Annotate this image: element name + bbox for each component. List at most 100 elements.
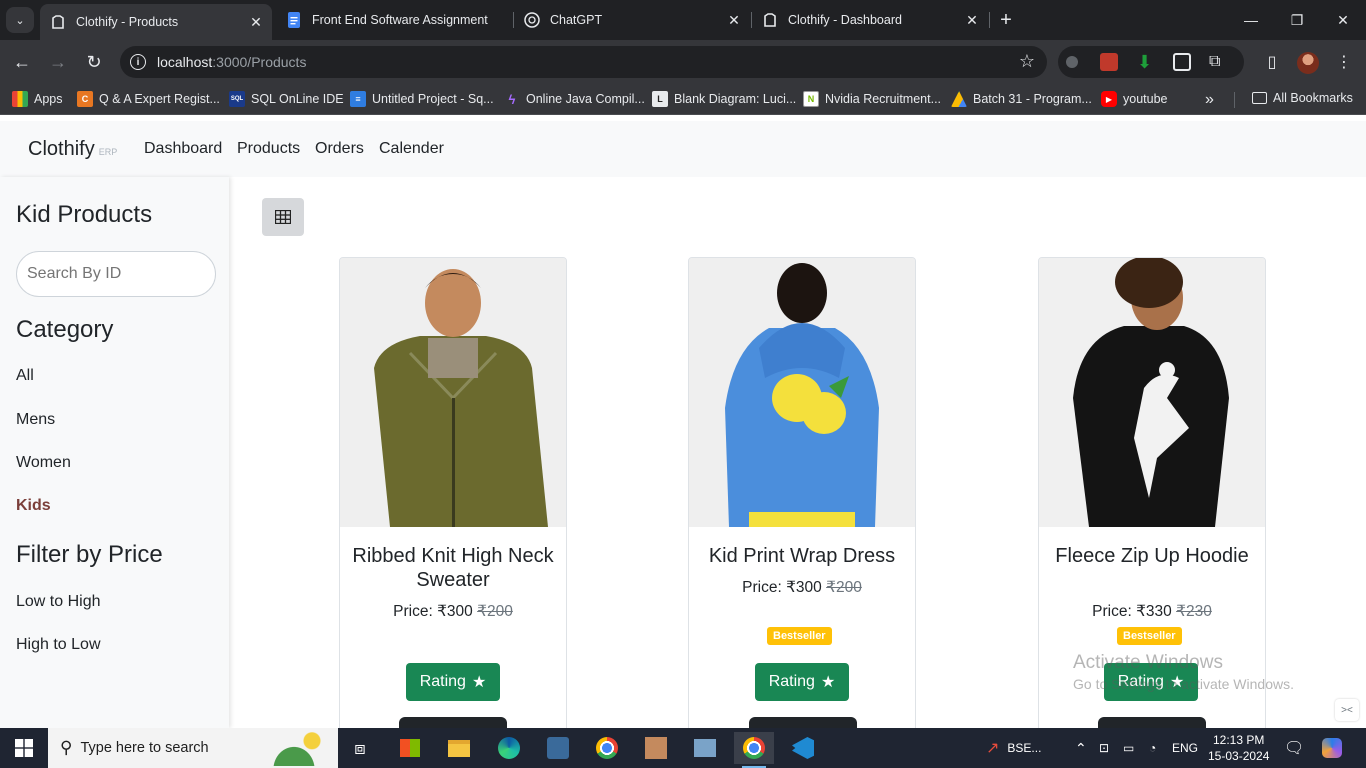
product-image[interactable] <box>1039 258 1265 527</box>
bookmark-nvidia[interactable]: N Nvidia Recruitment... <box>803 91 941 107</box>
product-action-button[interactable] <box>749 717 857 728</box>
address-bar[interactable]: i localhost:3000/Products ☆ <box>120 46 1047 78</box>
product-image[interactable] <box>340 258 566 527</box>
puzzle-extensions-icon[interactable]: ⧉ <box>1209 53 1227 71</box>
task-view-icon[interactable]: ⧈ <box>340 732 380 764</box>
bookmark-untitled-project[interactable]: ≡ Untitled Project - Sq... <box>350 91 494 107</box>
nav-calender[interactable]: Calender <box>379 140 444 158</box>
product-price: Price: ₹330 ₹230 <box>1092 603 1212 620</box>
bookmark-youtube[interactable]: ▶ youtube <box>1101 91 1167 107</box>
bookmark-apps[interactable]: Apps <box>12 91 63 107</box>
price-filter-heading: Filter by Price <box>16 541 163 568</box>
category-women[interactable]: Women <box>16 454 71 472</box>
nvidia-icon: N <box>803 91 819 107</box>
category-mens[interactable]: Mens <box>16 411 55 429</box>
side-panel-icon[interactable]: ▯ <box>1260 50 1284 74</box>
tab-search-button[interactable]: ⌄ <box>6 7 34 33</box>
filter-high-to-low[interactable]: High to Low <box>16 636 101 654</box>
category-heading: Category <box>16 316 114 343</box>
search-highlight-icon <box>258 730 330 766</box>
vscode-icon[interactable] <box>783 732 823 764</box>
tab-clothify-dashboard[interactable]: Clothify - Dashboard ✕ <box>752 0 988 40</box>
taskbar-search[interactable]: ⚲ Type here to search <box>48 728 338 768</box>
copilot-icon[interactable] <box>1322 728 1342 768</box>
chrome-menu-icon[interactable]: ⋮ <box>1332 50 1356 74</box>
original-price: ₹200 <box>477 603 513 620</box>
product-action-button[interactable] <box>399 717 507 728</box>
chrome-active-icon[interactable] <box>734 732 774 768</box>
download-extension-icon[interactable]: ⬇ <box>1137 53 1155 71</box>
mysql-workbench-icon[interactable] <box>538 732 578 764</box>
tray-chevron-icon[interactable]: ⌃ <box>1075 728 1087 768</box>
google-docs-icon <box>286 12 302 28</box>
forward-icon[interactable]: → <box>44 48 72 76</box>
stock-widget[interactable]: ↗ BSE... <box>986 728 1041 768</box>
sidebar-heading: Kid Products <box>16 201 153 228</box>
product-card[interactable]: Kid Print Wrap Dress Price: ₹300 ₹200 Be… <box>688 257 916 728</box>
file-explorer-icon[interactable] <box>439 732 479 764</box>
clock[interactable]: 12:13 PM 15-03-2024 <box>1208 728 1269 768</box>
tab-chatgpt[interactable]: ChatGPT ✕ <box>514 0 750 40</box>
more-bookmarks-icon[interactable]: » <box>1205 91 1214 109</box>
bookmark-star-icon[interactable]: ☆ <box>1019 51 1035 72</box>
nav-orders[interactable]: Orders <box>315 140 364 158</box>
edge-icon[interactable] <box>489 732 529 764</box>
media-extension-icon[interactable] <box>1173 53 1191 71</box>
original-price: ₹230 <box>1176 603 1212 620</box>
lucid-icon: L <box>652 91 668 107</box>
rating-button[interactable]: Rating ★ <box>406 663 500 701</box>
nav-products[interactable]: Products <box>237 140 300 158</box>
restore-icon[interactable]: ❐ <box>1274 0 1320 40</box>
clothify-favicon-icon <box>50 14 66 30</box>
brand[interactable]: Clothify ERP <box>28 138 117 161</box>
category-all[interactable]: All <box>16 367 34 385</box>
language-indicator[interactable]: ENG <box>1172 728 1198 768</box>
wifi-icon[interactable]: ◔ <box>1149 728 1156 768</box>
dev-tools-icon[interactable]: >< <box>1335 699 1359 721</box>
chrome-icon[interactable] <box>587 732 627 764</box>
bookmark-batch-31[interactable]: Batch 31 - Program... <box>951 91 1092 107</box>
bookmark-chegg[interactable]: C Q & A Expert Regist... <box>77 91 220 107</box>
photo-app-icon[interactable] <box>636 732 676 764</box>
filter-low-to-high[interactable]: Low to High <box>16 593 101 611</box>
site-info-icon[interactable]: i <box>130 54 146 70</box>
product-card[interactable]: Ribbed Knit High Neck Sweater Price: ₹30… <box>339 257 567 728</box>
product-title: Kid Print Wrap Dress <box>708 545 896 567</box>
battery-icon[interactable]: ▭ <box>1123 728 1134 768</box>
profile-avatar[interactable] <box>1297 52 1319 74</box>
extension-red-icon[interactable] <box>1100 53 1118 71</box>
product-image[interactable] <box>689 258 915 527</box>
reload-icon[interactable]: ↻ <box>80 48 108 76</box>
back-icon[interactable]: ← <box>8 48 36 76</box>
bookmark-lucid[interactable]: L Blank Diagram: Luci... <box>652 91 796 107</box>
all-bookmarks[interactable]: All Bookmarks <box>1252 91 1353 105</box>
url-text[interactable]: localhost:3000/Products <box>157 54 306 70</box>
bestseller-badge: Bestseller <box>1117 627 1182 645</box>
bolt-icon: ϟ <box>508 91 516 107</box>
close-window-icon[interactable]: ✕ <box>1320 0 1366 40</box>
search-input[interactable] <box>16 251 216 297</box>
device-manager-icon[interactable] <box>685 732 725 764</box>
bookmark-sql-ide[interactable]: SQL SQL OnLine IDE <box>229 91 344 107</box>
tab-front-end-assignment[interactable]: Front End Software Assignment <box>276 0 510 40</box>
browser-toolbar: ← → ↻ i localhost:3000/Products ☆ ⬇ ⧉ ▯ … <box>0 40 1366 84</box>
bookmark-java-compiler[interactable]: ϟ Online Java Compil... <box>504 91 645 107</box>
microsoft-store-icon[interactable] <box>390 732 430 764</box>
tray-network-icon[interactable]: ⊡ <box>1099 728 1109 768</box>
windows-start-icon[interactable] <box>0 728 48 768</box>
tab-clothify-products[interactable]: Clothify - Products ✕ <box>40 4 272 40</box>
product-action-button[interactable] <box>1098 717 1206 728</box>
close-tab-icon[interactable]: ✕ <box>724 10 744 30</box>
close-tab-icon[interactable]: ✕ <box>246 12 266 32</box>
extension-dot-icon[interactable] <box>1066 56 1078 68</box>
new-tab-icon[interactable]: + <box>994 8 1018 32</box>
grid-view-button[interactable] <box>262 198 304 236</box>
close-tab-icon[interactable]: ✕ <box>962 10 982 30</box>
minimize-icon[interactable]: — <box>1228 0 1274 40</box>
category-kids[interactable]: Kids <box>16 497 51 515</box>
notification-icon[interactable]: 🗨 <box>1284 728 1304 768</box>
nav-dashboard[interactable]: Dashboard <box>144 140 222 158</box>
product-title: Ribbed Knit High Neck Sweater <box>352 545 554 591</box>
extensions-area: ⬇ ⧉ <box>1058 46 1244 78</box>
rating-button[interactable]: Rating ★ <box>755 663 849 701</box>
